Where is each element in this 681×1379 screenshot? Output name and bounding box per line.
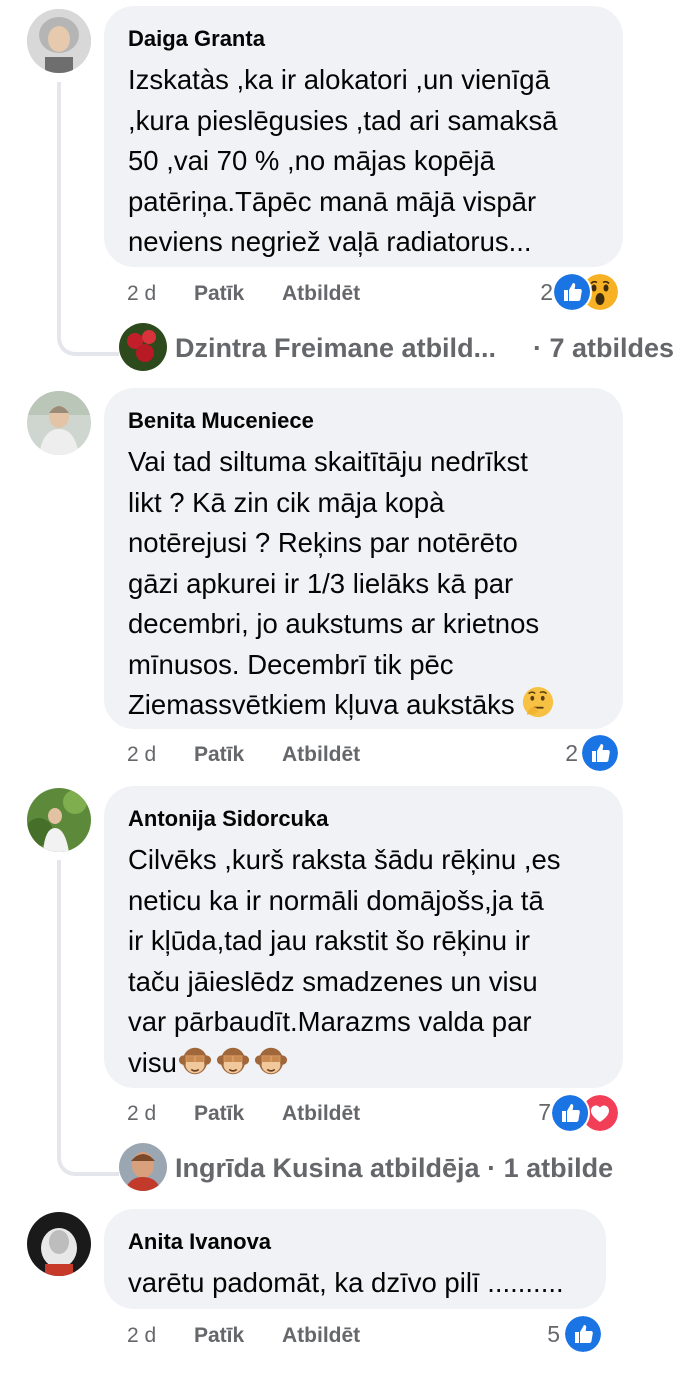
like-icon <box>580 733 620 773</box>
comment-bubble: Daiga Granta Izskatàs ,ka ir alokatori ,… <box>104 6 623 267</box>
comment-time[interactable]: 2 d <box>127 1099 156 1129</box>
like-button[interactable]: Patīk <box>194 279 244 309</box>
comment-time[interactable]: 2 d <box>127 740 156 770</box>
avatar-daiga-granta[interactable] <box>27 9 91 73</box>
reaction-summary[interactable]: 2 <box>520 272 620 312</box>
comment-bubble: Benita Muceniece Vai tad siltuma skaitīt… <box>104 388 623 729</box>
reply-button[interactable]: Atbildēt <box>282 1099 360 1129</box>
see-no-evil-monkey-icon <box>216 1044 250 1078</box>
comment-time[interactable]: 2 d <box>127 1321 156 1351</box>
comment-time[interactable]: 2 d <box>127 279 156 309</box>
avatar-photo <box>27 391 91 455</box>
comment-actions: 2 d Patīk Atbildēt <box>127 279 427 309</box>
comment-author[interactable]: Benita Muceniece <box>128 406 599 436</box>
reply-button[interactable]: Atbildēt <box>282 279 360 309</box>
reaction-summary[interactable]: 2 <box>550 733 620 773</box>
comment-text: Vai tad siltuma skaitītāju nedrīkst likt… <box>128 442 599 726</box>
like-icon <box>550 1093 590 1133</box>
thinking-face-icon <box>521 686 555 720</box>
replies-count: · 7 atbildes <box>533 333 675 363</box>
avatar-photo <box>27 9 91 73</box>
view-replies-link[interactable]: Dzintra Freimane atbild... · 7 atbildes <box>119 323 681 373</box>
like-button[interactable]: Patīk <box>194 1099 244 1129</box>
reaction-count: 2 <box>565 740 578 766</box>
reply-button[interactable]: Atbildēt <box>282 740 360 770</box>
reaction-summary[interactable]: 7 <box>520 1092 620 1133</box>
comment-actions: 2 d Patīk Atbildēt <box>127 740 427 770</box>
comment-author[interactable]: Daiga Granta <box>128 24 599 54</box>
reaction-count: 5 <box>547 1321 560 1347</box>
reply-avatar <box>119 323 167 371</box>
like-button[interactable]: Patīk <box>194 740 244 770</box>
comment-text: Izskatàs ,ka ir alokatori ,un vienīgā ,k… <box>128 64 558 257</box>
replies-author: Dzintra Freimane atbild... <box>175 333 497 363</box>
reply-avatar <box>119 1143 167 1191</box>
replies-count: · 1 atbilde <box>487 1153 614 1183</box>
comment-actions: 2 d Patīk Atbildēt <box>127 1099 427 1129</box>
avatar-anita-ivanova[interactable] <box>27 1212 91 1276</box>
reaction-summary[interactable]: 5 <box>533 1314 603 1354</box>
like-button[interactable]: Patīk <box>194 1321 244 1351</box>
comment-text: varētu padomāt, ka dzīvo pilī .......... <box>128 1267 564 1298</box>
avatar-benita-muceniece[interactable] <box>27 391 91 455</box>
like-icon <box>563 1314 603 1354</box>
avatar-photo <box>27 788 91 852</box>
comment-actions: 2 d Patīk Atbildēt <box>127 1321 427 1351</box>
comment-text-content: Cilvēks ,kurš raksta šādu rēķinu ,es net… <box>128 844 561 1078</box>
avatar-photo <box>27 1212 91 1276</box>
comment-bubble: Anita Ivanova varētu padomāt, ka dzīvo p… <box>104 1209 606 1309</box>
see-no-evil-monkey-icon <box>178 1044 212 1078</box>
like-icon <box>552 272 592 312</box>
reply-button[interactable]: Atbildēt <box>282 1321 360 1351</box>
view-replies-link[interactable]: Ingrīda Kusina atbildēja · 1 atbilde <box>119 1143 659 1193</box>
avatar-antonija-sidorcuka[interactable] <box>27 788 91 852</box>
replies-author: Ingrīda Kusina atbildēja <box>175 1153 480 1183</box>
comment-text-content: Vai tad siltuma skaitītāju nedrīkst likt… <box>128 446 540 720</box>
see-no-evil-monkey-icon <box>254 1044 288 1078</box>
comment-bubble: Antonija Sidorcuka Cilvēks ,kurš raksta … <box>104 786 623 1088</box>
comment-author[interactable]: Antonija Sidorcuka <box>128 804 599 834</box>
comment-author[interactable]: Anita Ivanova <box>128 1227 582 1257</box>
comment-text: Cilvēks ,kurš raksta šādu rēķinu ,es net… <box>128 840 599 1083</box>
